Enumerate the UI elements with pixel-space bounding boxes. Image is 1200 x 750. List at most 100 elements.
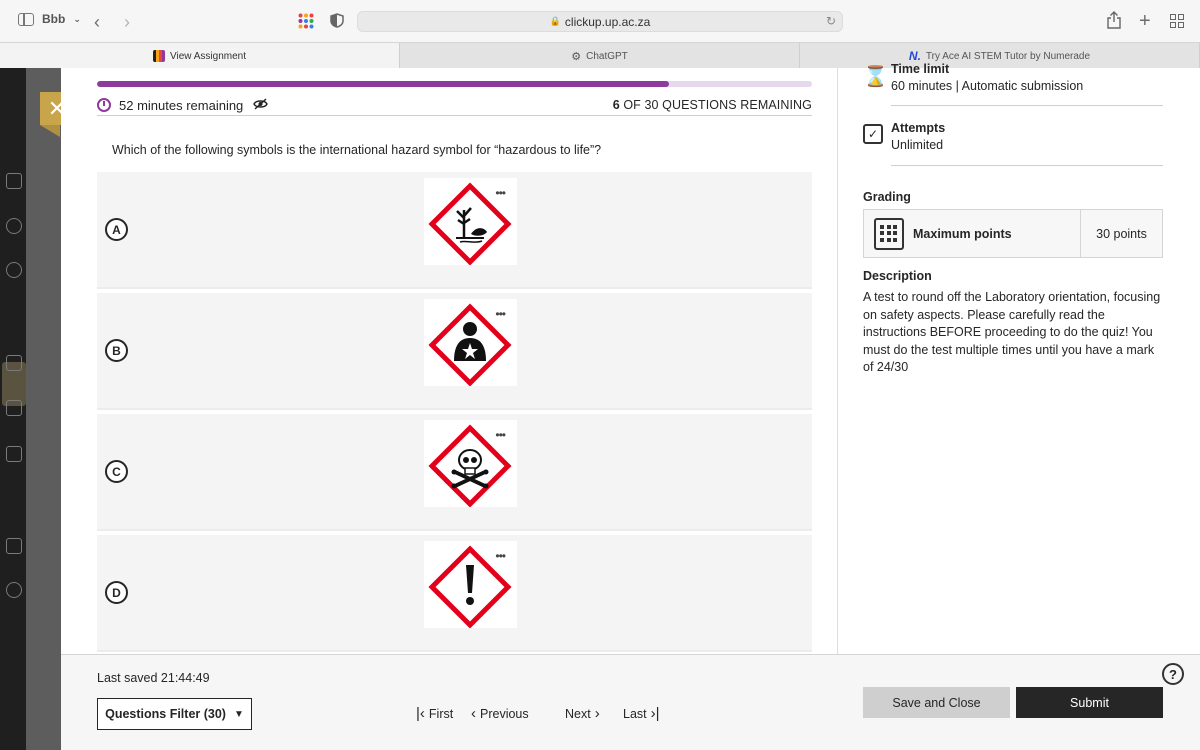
previous-button[interactable]: ‹ Previous [471,705,529,722]
last-label: Last [623,706,647,721]
divider [891,165,1163,166]
description-text: A test to round off the Laboratory orien… [863,290,1161,374]
profile-switcher[interactable]: Bbb ⌄ [18,12,81,26]
answer-option-a[interactable]: A ••• [97,172,812,289]
timer-row: 52 minutes remaining 6 OF 30 QUESTIONS R… [97,94,812,116]
progress-bar [97,81,812,87]
first-button[interactable]: |‹ First [416,705,453,722]
address-text: clickup.up.ac.za [564,14,651,29]
next-label: Next [565,706,591,721]
grading-title: Grading [863,190,911,204]
divider [891,105,1163,106]
reload-icon[interactable]: ↻ [826,14,836,28]
app-grid-icon[interactable] [298,13,314,29]
tab-overview-icon[interactable] [1170,14,1184,28]
address-bar[interactable]: 🔒 clickup.up.ac.za ↻ [357,11,843,32]
last-button[interactable]: Last ›| [623,705,660,722]
progress-fill [97,81,669,87]
grading-box: Maximum points 30 points [863,209,1163,258]
health-hazard-pictogram: ••• [424,299,517,387]
divider [97,115,812,116]
profile-label: Bbb [42,12,66,26]
chatgpt-favicon-icon: ⚙ [571,50,582,63]
background-overlay [26,68,61,750]
forward-icon[interactable]: › [124,12,130,33]
shield-icon[interactable] [330,13,344,28]
back-icon[interactable]: ‹ [94,12,100,33]
attempts-title: Attempts [891,121,946,135]
first-page-icon: |‹ [416,705,425,722]
points-icon [874,217,904,250]
answer-option-d[interactable]: D ••• [97,535,812,652]
questions-remaining: 6 OF 30 QUESTIONS REMAINING [613,98,812,112]
last-page-icon: ›| [650,705,660,722]
answer-option-b[interactable]: B ••• [97,293,812,410]
tab-label: View Assignment [170,50,246,62]
attempts-section: Attempts Unlimited [891,121,1163,152]
more-options-icon[interactable]: ••• [495,187,506,199]
timer-icon [97,98,111,112]
save-and-close-button[interactable]: Save and Close [863,687,1010,718]
chevron-right-icon: › [594,705,600,722]
option-letter[interactable]: C [105,460,128,483]
time-limit-value: 60 minutes | Automatic submission [891,79,1084,93]
calendar-icon[interactable] [6,355,22,371]
blackboard-favicon-icon [153,50,166,62]
left-nav-rail [0,68,26,750]
remaining-count: 6 [612,98,620,112]
attempts-icon: ✓ [863,124,883,144]
grading-points: 30 points [1080,210,1162,257]
caret-down-icon: ▼ [233,708,244,720]
option-letter[interactable]: B [105,339,128,362]
timer-text: 52 minutes remaining [119,97,244,113]
submit-button[interactable]: Submit [1016,687,1163,718]
globe-icon[interactable] [6,262,22,278]
attempts-value: Unlimited [891,138,944,152]
messages-icon[interactable] [6,400,22,416]
grades-icon[interactable] [6,446,22,462]
footer-bar: Last saved 21:44:49 Questions Filter (30… [61,654,1200,750]
lock-icon: 🔒 [549,16,561,26]
numerade-favicon-icon: N. [908,49,921,63]
sidebar-toggle-icon[interactable] [18,12,34,26]
filter-label: Questions Filter (30) [105,707,226,721]
tab-label: ChatGPT [586,50,628,62]
answer-option-c[interactable]: C ••• [97,414,812,531]
hide-timer-icon[interactable] [253,97,269,113]
sign-out-icon[interactable] [6,582,22,598]
next-button[interactable]: Next › [565,705,600,722]
profile-icon[interactable] [6,218,22,234]
environment-hazard-pictogram: ••• [424,178,517,266]
description-title: Description [863,269,932,283]
institution-icon[interactable] [6,173,22,189]
more-options-icon[interactable]: ••• [495,429,506,441]
chevron-left-icon: ‹ [471,705,476,722]
chevron-down-icon: ⌄ [73,13,81,24]
previous-label: Previous [480,706,529,721]
option-letter[interactable]: A [105,218,128,241]
tab-label: Try Ace AI STEM Tutor by Numerade [925,50,1091,62]
hourglass-icon: ⌛ [863,66,888,88]
first-label: First [428,706,454,721]
assessment-panel: 52 minutes remaining 6 OF 30 QUESTIONS R… [61,62,1200,750]
time-limit-section: Time limit 60 minutes | Automatic submis… [891,62,1163,93]
more-options-icon[interactable]: ••• [495,550,506,562]
more-options-icon[interactable]: ••• [495,308,506,320]
help-icon[interactable]: ? [1162,663,1184,685]
tab-view-assignment[interactable]: View Assignment [0,43,400,69]
tab-chatgpt[interactable]: ⚙ ChatGPT [400,43,800,69]
last-saved: Last saved 21:44:49 [97,671,210,685]
skull-crossbones-pictogram: ••• [424,420,517,508]
grading-name: Maximum points [913,226,1012,241]
question-text: Which of the following symbols is the in… [112,143,602,157]
share-icon[interactable] [1107,11,1121,29]
time-limit-title: Time limit [891,62,950,76]
new-tab-icon[interactable]: + [1139,10,1151,33]
close-button-tab [40,125,60,137]
questions-filter-button[interactable]: Questions Filter (30) ▼ [97,698,252,730]
exclamation-mark-pictogram: ••• [424,541,517,629]
browser-toolbar: Bbb ⌄ ‹ › 🔒 clickup.up.ac.za ↻ + [0,0,1200,42]
option-letter[interactable]: D [105,581,128,604]
tools-icon[interactable] [6,538,22,554]
remaining-text: OF 30 QUESTIONS REMAINING [619,98,812,112]
